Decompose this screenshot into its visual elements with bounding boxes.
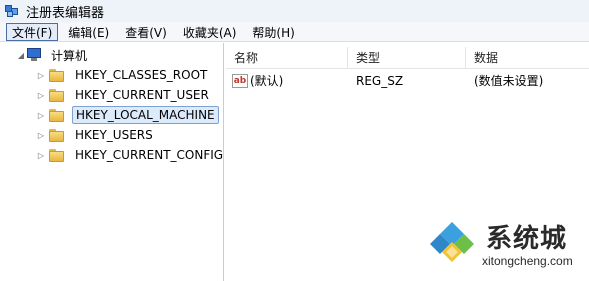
folder-icon	[48, 108, 66, 123]
watermark-url: xitongcheng.com	[482, 254, 573, 268]
tree-item-label[interactable]: HKEY_USERS	[72, 127, 156, 143]
column-header-name[interactable]: 名称	[226, 47, 348, 69]
tree-item-classes-root[interactable]: ▷ HKEY_CLASSES_ROOT	[36, 65, 210, 85]
tree-item-users[interactable]: ▷ HKEY_USERS	[36, 125, 156, 145]
menu-view[interactable]: 查看(V)	[119, 23, 173, 41]
watermark-logo-icon	[430, 222, 474, 262]
string-value-icon: ab	[232, 74, 248, 88]
tree-root-row[interactable]: ◢ 计算机	[16, 45, 90, 65]
folder-icon	[48, 88, 66, 103]
site-watermark: 系统城 xitongcheng.com	[428, 218, 588, 278]
value-row[interactable]: ab (默认) REG_SZ (数值未设置)	[226, 71, 589, 91]
folder-icon	[48, 68, 66, 83]
registry-editor-icon	[4, 3, 20, 19]
value-name: (默认)	[250, 74, 284, 88]
menu-help[interactable]: 帮助(H)	[246, 23, 300, 41]
value-name-cell[interactable]: ab (默认)	[232, 71, 283, 91]
menu-file[interactable]: 文件(F)	[6, 22, 59, 41]
collapse-arrow-icon[interactable]: ◢	[16, 51, 26, 60]
window-title: 注册表编辑器	[26, 5, 105, 21]
title-bar: 注册表编辑器	[0, 0, 589, 22]
value-data: (数值未设置)	[474, 74, 544, 88]
computer-icon	[26, 48, 42, 62]
folder-icon	[48, 128, 66, 143]
expand-arrow-icon[interactable]: ▷	[36, 91, 46, 100]
menu-favorites[interactable]: 收藏夹(A)	[177, 23, 243, 41]
menu-bar: 文件(F) 编辑(E) 查看(V) 收藏夹(A) 帮助(H)	[0, 22, 589, 42]
column-header-type[interactable]: 类型	[348, 47, 466, 69]
list-header: 名称 类型 数据	[226, 47, 589, 69]
expand-arrow-icon[interactable]: ▷	[36, 71, 46, 80]
tree-item-current-user[interactable]: ▷ HKEY_CURRENT_USER	[36, 85, 212, 105]
tree-item-label-selected[interactable]: HKEY_LOCAL_MACHINE	[72, 106, 219, 124]
tree-item-current-config[interactable]: ▷ HKEY_CURRENT_CONFIG	[36, 145, 226, 165]
tree-item-local-machine[interactable]: ▷ HKEY_LOCAL_MACHINE	[36, 105, 219, 125]
tree-item-label[interactable]: HKEY_CURRENT_CONFIG	[72, 147, 226, 163]
column-header-data[interactable]: 数据	[466, 47, 589, 69]
folder-icon	[48, 148, 66, 163]
tree-root-label[interactable]: 计算机	[48, 46, 90, 65]
expand-arrow-icon[interactable]: ▷	[36, 131, 46, 140]
tree-item-label[interactable]: HKEY_CURRENT_USER	[72, 87, 212, 103]
expand-arrow-icon[interactable]: ▷	[36, 111, 46, 120]
expand-arrow-icon[interactable]: ▷	[36, 151, 46, 160]
tree-item-label[interactable]: HKEY_CLASSES_ROOT	[72, 67, 210, 83]
menu-edit[interactable]: 编辑(E)	[62, 23, 115, 41]
value-type: REG_SZ	[356, 74, 404, 88]
key-tree-pane[interactable]: ◢ 计算机 ▷ HKEY_CLASSES_ROOT ▷ HKEY_CURRENT…	[0, 43, 224, 281]
watermark-brand: 系统城	[486, 224, 568, 254]
